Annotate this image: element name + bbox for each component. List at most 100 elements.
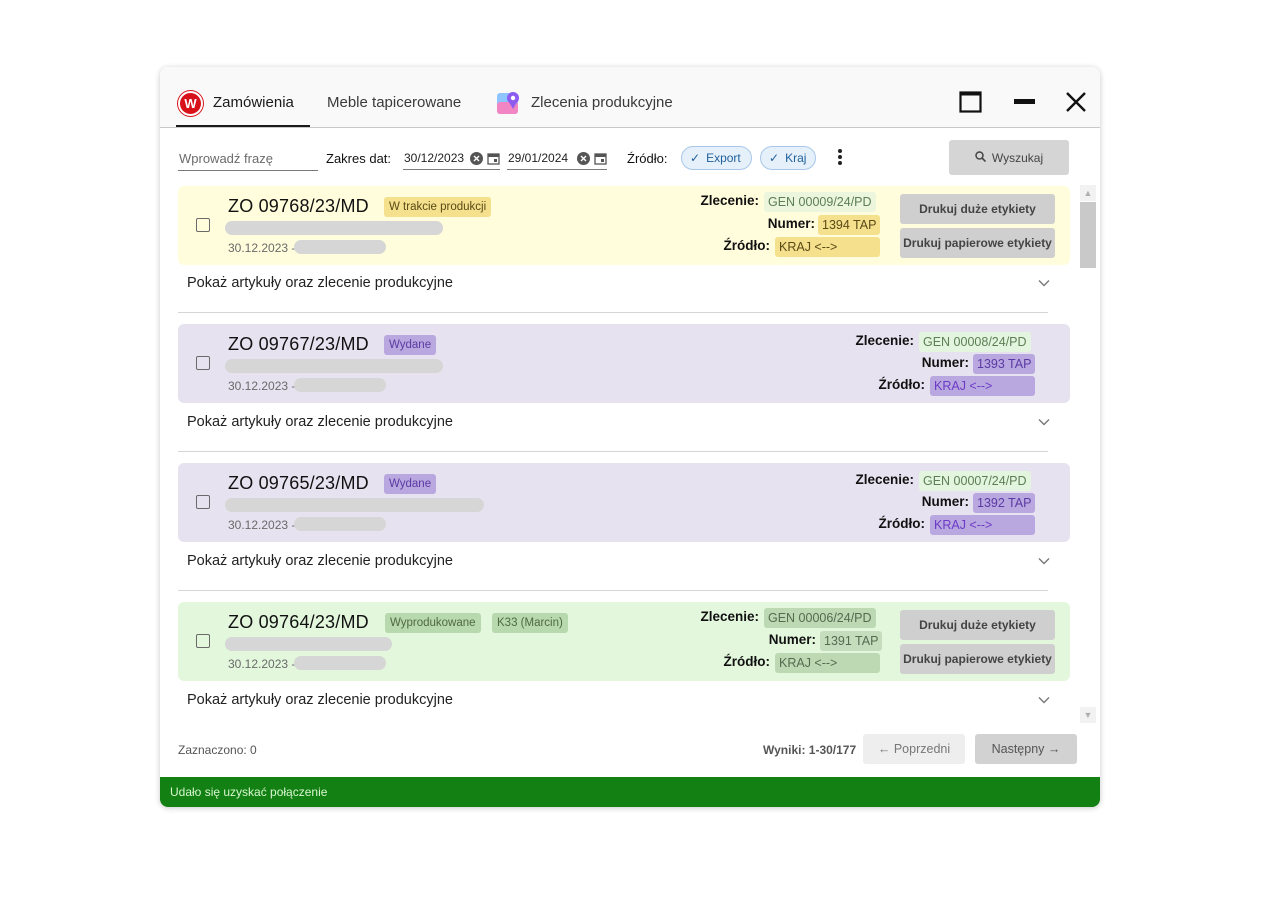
- order-number: ZO 09764/23/MD: [228, 612, 369, 632]
- tab-zlecenia-produkcyjne[interactable]: Zlecenia produkcyjne: [496, 89, 673, 127]
- number-value: 1391 TAP: [820, 631, 883, 651]
- number-value: 1393 TAP: [973, 354, 1036, 374]
- redacted-customer: [225, 637, 392, 651]
- source-value: KRAJ <-->: [775, 653, 880, 673]
- date-to-field[interactable]: 29/01/2024: [507, 147, 607, 170]
- check-icon: ✓: [690, 151, 701, 165]
- order-number: ZO 09765/23/MD: [228, 473, 369, 493]
- number-label: Numer:: [768, 632, 816, 647]
- scrollbar-thumb[interactable]: [1080, 202, 1096, 268]
- redacted-customer: [225, 221, 443, 235]
- date-to-value: 29/01/2024: [508, 151, 569, 165]
- divider: [178, 312, 1048, 313]
- expand-label: Pokaż artykuły oraz zlecenie produkcyjne: [187, 275, 453, 291]
- source-filter-label: Źródło:: [627, 151, 668, 166]
- selected-count: Zaznaczono: 0: [178, 743, 257, 757]
- production-orders-icon: [496, 90, 522, 116]
- status-badge: W trakcie produkcji: [384, 197, 492, 217]
- brand-logo-icon: W: [178, 91, 203, 116]
- order-date: 30.12.2023 -: [228, 518, 296, 532]
- source-value: KRAJ <-->: [775, 237, 880, 257]
- chip-label: Export: [706, 151, 741, 165]
- close-icon: [1066, 92, 1086, 112]
- number-value: 1394 TAP: [818, 215, 881, 235]
- redacted-info: [294, 517, 386, 531]
- date-from-field[interactable]: 30/12/2023: [403, 147, 500, 170]
- expand-articles-toggle[interactable]: Pokaż artykuły oraz zlecenie produkcyjne: [178, 266, 1070, 301]
- minimize-icon: [1014, 99, 1035, 104]
- tab-meble-tapicerowane[interactable]: Meble tapicerowane: [327, 89, 461, 127]
- source-chip-kraj[interactable]: ✓ Kraj: [760, 146, 816, 170]
- redacted-customer: [225, 359, 443, 373]
- previous-page-button[interactable]: ← Poprzedni: [863, 734, 965, 764]
- expand-articles-toggle[interactable]: Pokaż artykuły oraz zlecenie produkcyjne: [178, 405, 1070, 440]
- expand-articles-toggle[interactable]: Pokaż artykuły oraz zlecenie produkcyjne: [178, 544, 1070, 579]
- calendar-icon[interactable]: [594, 152, 607, 165]
- order-ref-value: GEN 00007/24/PD: [919, 471, 1031, 491]
- chevron-down-icon: [1038, 280, 1050, 287]
- print-large-labels-button[interactable]: Drukuj duże etykiety: [900, 610, 1055, 640]
- maximize-icon: [959, 91, 982, 113]
- clear-date-from-icon[interactable]: [470, 151, 483, 165]
- print-paper-labels-button[interactable]: Drukuj papierowe etykiety: [900, 228, 1055, 258]
- expand-label: Pokaż artykuły oraz zlecenie produkcyjne: [187, 553, 453, 569]
- source-value: KRAJ <-->: [930, 376, 1035, 396]
- redacted-info: [294, 240, 386, 254]
- source-chip-export[interactable]: ✓ Export: [681, 146, 752, 170]
- source-label: Źródło:: [723, 654, 771, 669]
- number-label: Numer:: [767, 216, 815, 231]
- order-checkbox[interactable]: [196, 495, 210, 509]
- more-options-icon[interactable]: [836, 149, 844, 169]
- list-scrollbar[interactable]: ▲ ▼: [1080, 185, 1096, 723]
- source-label: Źródło:: [878, 377, 926, 392]
- expand-articles-toggle[interactable]: Pokaż artykuły oraz zlecenie produkcyjne: [178, 683, 1070, 718]
- print-paper-labels-button[interactable]: Drukuj papierowe etykiety: [900, 644, 1055, 674]
- tab-zamowienia[interactable]: W Zamówienia: [176, 89, 310, 127]
- order-card: ZO 09764/23/MD Wyprodukowane K33 (Marcin…: [178, 602, 1070, 681]
- order-ref-value: GEN 00009/24/PD: [764, 192, 876, 212]
- next-page-button[interactable]: Następny →: [975, 734, 1077, 764]
- order-checkbox[interactable]: [196, 356, 210, 370]
- status-badge: Wydane: [384, 335, 437, 355]
- number-value: 1392 TAP: [973, 493, 1036, 513]
- order-number: ZO 09768/23/MD: [228, 196, 369, 216]
- check-icon: ✓: [769, 151, 780, 165]
- source-label: Źródło:: [723, 238, 771, 253]
- search-button[interactable]: Wyszukaj: [949, 140, 1069, 175]
- status-badge: Wydane: [384, 474, 437, 494]
- number-label: Numer:: [921, 355, 969, 370]
- order-ref-label: Zlecenie:: [855, 472, 914, 487]
- redacted-info: [294, 378, 386, 392]
- worker-badge: K33 (Marcin): [492, 613, 568, 633]
- date-from-value: 30/12/2023: [404, 151, 465, 165]
- expand-label: Pokaż artykuły oraz zlecenie produkcyjne: [187, 414, 453, 430]
- chevron-down-icon: [1038, 419, 1050, 426]
- search-icon: [975, 150, 986, 165]
- minimize-button[interactable]: [1012, 89, 1038, 115]
- redacted-info: [294, 656, 386, 670]
- date-range-label: Zakres dat:: [326, 151, 392, 166]
- clear-date-to-icon[interactable]: [577, 151, 590, 165]
- order-number: ZO 09767/23/MD: [228, 334, 369, 354]
- order-date: 30.12.2023 -: [228, 657, 296, 671]
- order-ref-value: GEN 00006/24/PD: [764, 608, 876, 628]
- scroll-up-icon[interactable]: ▲: [1080, 185, 1096, 201]
- close-button[interactable]: [1063, 89, 1089, 115]
- redacted-customer: [225, 498, 484, 512]
- chevron-down-icon: [1038, 697, 1050, 704]
- tab-label: Zamówienia: [213, 94, 294, 111]
- order-checkbox[interactable]: [196, 634, 210, 648]
- tab-label: Zlecenia produkcyjne: [531, 94, 673, 111]
- orders-list: ZO 09768/23/MD W trakcie produkcji 30.12…: [178, 185, 1070, 723]
- scroll-down-icon[interactable]: ▼: [1080, 707, 1096, 723]
- search-phrase-input[interactable]: [178, 147, 318, 171]
- chip-label: Kraj: [785, 151, 807, 165]
- order-ref-label: Zlecenie:: [700, 609, 759, 624]
- order-ref-label: Zlecenie:: [855, 333, 914, 348]
- calendar-icon[interactable]: [487, 152, 500, 165]
- connection-status-bar: Udało się uzyskać połączenie: [160, 777, 1100, 807]
- order-checkbox[interactable]: [196, 218, 210, 232]
- print-large-labels-button[interactable]: Drukuj duże etykiety: [900, 194, 1055, 224]
- number-label: Numer:: [921, 494, 969, 509]
- maximize-button[interactable]: [958, 89, 984, 115]
